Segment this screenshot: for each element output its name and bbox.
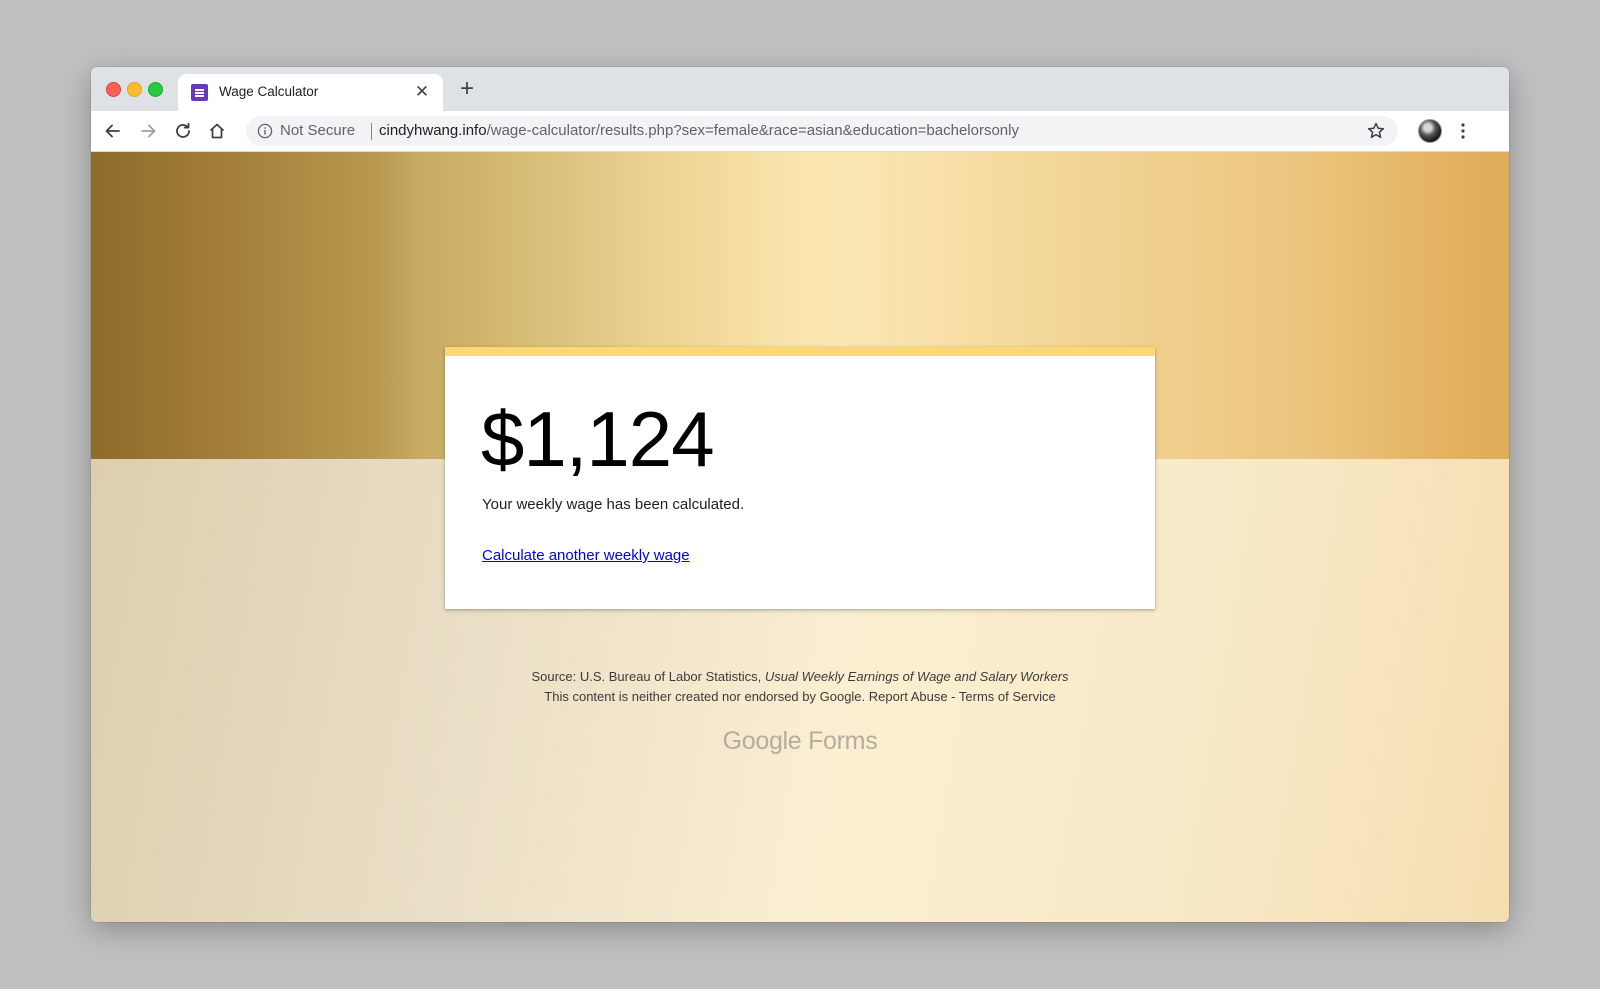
report-abuse-link[interactable]: Report Abuse (869, 689, 948, 704)
url-host: cindyhwang.info (379, 122, 487, 139)
tab-strip: Wage Calculator ✕ + (91, 67, 1509, 111)
maximize-window-button[interactable] (148, 82, 163, 97)
source-title: Usual Weekly Earnings of Wage and Salary… (764, 669, 1069, 684)
tab-title: Wage Calculator (219, 84, 319, 99)
more-vert-icon[interactable] (1451, 119, 1475, 143)
confirmation-message: Your weekly wage has been calculated. (482, 496, 745, 513)
source-prefix: Source: U.S. Bureau of Labor Statistics, (531, 669, 765, 684)
back-button[interactable] (101, 119, 125, 143)
card-accent-bar (445, 347, 1155, 356)
forward-button[interactable] (136, 119, 160, 143)
terms-of-service-link[interactable]: Terms of Service (959, 689, 1056, 704)
calculate-another-link[interactable]: Calculate another weekly wage (482, 547, 690, 564)
tab-close-icon[interactable]: ✕ (412, 82, 432, 102)
info-icon[interactable] (257, 123, 273, 139)
star-icon[interactable] (1366, 121, 1386, 141)
wage-amount: $1,124 (481, 395, 715, 483)
google-wordmark: Google (722, 727, 802, 755)
result-card: $1,124 Your weekly wage has been calcula… (445, 347, 1155, 609)
home-button[interactable] (205, 119, 229, 143)
security-label[interactable]: Not Secure (280, 122, 355, 139)
close-window-button[interactable] (106, 82, 121, 97)
back-arrow-icon (105, 124, 120, 138)
reload-icon (176, 122, 190, 138)
tab-wage-calculator[interactable]: Wage Calculator ✕ (178, 74, 443, 111)
source-citation: Source: U.S. Bureau of Labor Statistics,… (91, 669, 1509, 684)
forms-wordmark: Forms (808, 727, 878, 755)
minimize-window-button[interactable] (127, 82, 142, 97)
disclaimer-text: This content is neither created nor endo… (544, 689, 866, 704)
forward-arrow-icon (141, 124, 156, 138)
disclaimer: This content is neither created nor endo… (91, 689, 1509, 704)
address-bar[interactable]: Not Secure cindyhwang.info/wage-calculat… (246, 116, 1398, 146)
avatar[interactable] (1418, 119, 1442, 143)
browser-toolbar: Not Secure cindyhwang.info/wage-calculat… (91, 111, 1509, 152)
address-divider (371, 123, 372, 140)
url-path: /wage-calculator/results.php?sex=female&… (486, 122, 1019, 139)
new-tab-button[interactable]: + (455, 77, 479, 102)
browser-window: Wage Calculator ✕ + Not Secure cindyhwan… (91, 67, 1509, 922)
google-forms-icon (191, 84, 208, 101)
page-viewport: $1,124 Your weekly wage has been calcula… (91, 152, 1509, 922)
home-icon (209, 123, 225, 139)
google-forms-logo[interactable]: Google Forms (91, 727, 1509, 756)
footer-separator: - (947, 689, 959, 704)
reload-button[interactable] (171, 119, 195, 143)
url-text[interactable]: cindyhwang.info/wage-calculator/results.… (379, 122, 1019, 139)
